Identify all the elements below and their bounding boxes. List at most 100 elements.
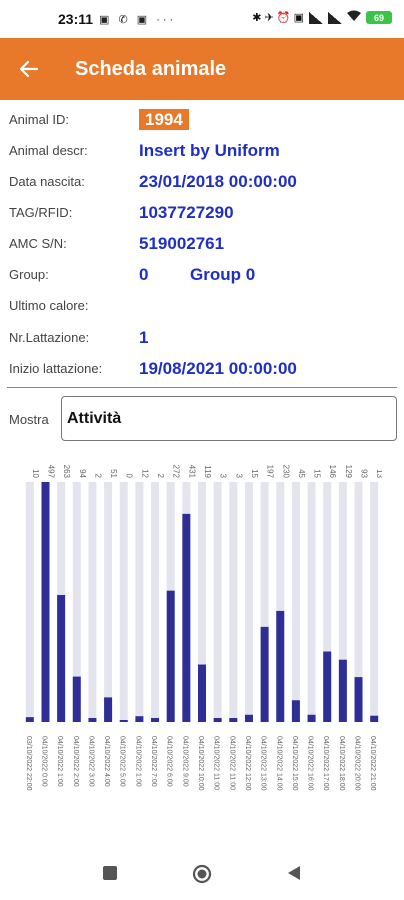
amc-value: 519002761 [139, 233, 225, 253]
bar [198, 664, 206, 722]
bar-value-label: 0 [125, 474, 134, 479]
bar [323, 651, 332, 722]
row-tag: TAG/RFID: 1037727290 [0, 197, 404, 228]
bar-track [88, 482, 97, 722]
inizio-lattazione-label: Inizio lattazione: [9, 361, 103, 376]
animal-descr-value: Insert by Uniform [139, 140, 280, 160]
category-label: 04/10/2022 21:00 [369, 736, 376, 791]
bar-value-label: 263 [62, 465, 71, 479]
mostra-select[interactable]: Attività [61, 396, 397, 441]
bar [151, 718, 160, 722]
category-label: 04/10/2022 20:00 [354, 736, 361, 791]
circle-icon[interactable] [192, 864, 212, 884]
bar-value-label: 230 [281, 465, 290, 479]
animal-id-label: Animal ID: [9, 112, 69, 127]
mostra-label: Mostra [9, 412, 49, 427]
row-animal-descr: Animal descr: Insert by Uniform [0, 135, 404, 166]
category-label: 04/10/2022 11:00 [228, 736, 235, 790]
category-label: 04/10/2022 16:00 [307, 736, 314, 791]
navigation-bar [0, 848, 404, 900]
category-label: 04/10/2022 13:00 [260, 736, 267, 791]
bar-track [229, 482, 238, 722]
mostra-selected-value: Attività [67, 409, 122, 427]
bar [41, 482, 50, 722]
bar [182, 513, 191, 722]
bar [104, 697, 113, 722]
bar-value-label: 15 [250, 469, 259, 478]
signal-icon [309, 11, 323, 24]
activity-chart: 10 03/10/2022 22:00 497 04/10/2022 0:00 263 0… [22, 462, 382, 842]
amc-label: AMC S/N: [9, 236, 67, 251]
square-icon[interactable] [101, 864, 121, 884]
tag-value: 1037727290 [139, 202, 234, 222]
nr-lattazione-value: 1 [139, 327, 149, 347]
bar-value-label: 2 [93, 474, 102, 479]
bar-value-label: 45 [297, 469, 306, 478]
page-title: Scheda animale [75, 57, 227, 80]
bar-value-label: 431 [187, 465, 196, 479]
category-label: 04/10/2022 0:00 [40, 736, 47, 787]
bar-value-label: 129 [344, 465, 353, 479]
bar-value-label: 272 [172, 465, 181, 479]
bar [354, 677, 363, 722]
bar-value-label: 2 [156, 474, 165, 479]
bar [307, 714, 316, 722]
activity-chart-svg: 10 03/10/2022 22:00 497 04/10/2022 0:00 263 0… [25, 465, 382, 791]
row-amc: AMC S/N: 519002761 [0, 228, 404, 259]
category-label: 04/10/2022 15:00 [291, 736, 298, 791]
bar [338, 659, 347, 722]
bar-value-label: 12 [140, 469, 149, 478]
bar [166, 590, 175, 722]
bar [25, 717, 34, 722]
signal-icon-2 [328, 11, 342, 24]
row-animal-id: Animal ID: 1994 [0, 104, 404, 135]
category-label: 04/10/2022 4:00 [103, 736, 110, 787]
category-label: 04/10/2022 6:00 [166, 736, 173, 787]
bar [291, 700, 300, 722]
category-label: 04/10/2022 2:00 [72, 736, 79, 787]
bar-track [25, 482, 34, 722]
bar-track [104, 482, 113, 722]
bar [276, 610, 285, 722]
category-label: 03/10/2022 22:00 [25, 736, 32, 791]
group-label: Group: [9, 267, 49, 282]
bar-value-label: 3 [219, 474, 228, 479]
bar-track [213, 482, 222, 722]
category-label: 04/10/2022 9:00 [181, 736, 188, 787]
bar-value-label: 3 [234, 474, 243, 479]
data-nascita-label: Data nascita: [9, 174, 85, 189]
bar-value-label: 146 [328, 465, 337, 479]
bar-value-label: 13 [375, 469, 382, 478]
bar [229, 718, 238, 722]
category-label: 04/10/2022 18:00 [338, 736, 345, 791]
category-label: 04/10/2022 14:00 [275, 736, 282, 791]
wifi-icon [347, 10, 361, 25]
triangle-back-icon[interactable] [285, 864, 305, 884]
notification-icons: ▣ ✆ ▣ ··· [99, 13, 177, 26]
bar-track [370, 482, 379, 722]
bar-value-label: 119 [203, 465, 212, 478]
bar [57, 594, 66, 722]
group-name: Group 0 [190, 264, 256, 284]
bar-track [291, 482, 300, 722]
bar [370, 715, 379, 722]
category-label: 04/10/2022 5:00 [119, 736, 126, 787]
status-right: ✱ ✈ ⏰ ▣ 69 [252, 10, 392, 25]
bar-value-label: 10 [31, 469, 40, 478]
bar-track [119, 482, 128, 722]
row-ultimo-calore: Ultimo calore: [0, 290, 404, 321]
bar-track [244, 482, 253, 722]
row-nr-lattazione: Nr.Lattazione: 1 [0, 322, 404, 353]
app-bar: Scheda animale [0, 38, 404, 100]
category-label: 04/10/2022 12:00 [244, 736, 251, 791]
arrow-left-icon[interactable] [0, 38, 58, 100]
bar-track [151, 482, 160, 722]
category-label: 04/10/2022 7:00 [150, 736, 157, 787]
bar-value-label: 497 [46, 465, 55, 479]
category-label: 04/10/2022 17:00 [322, 736, 329, 791]
animal-descr-label: Animal descr: [9, 143, 88, 158]
nr-lattazione-label: Nr.Lattazione: [9, 330, 90, 345]
category-label: 04/10/2022 11:00 [213, 736, 220, 790]
category-label: 04/10/2022 1:00 [56, 736, 63, 787]
battery-icon: 69 [366, 11, 392, 24]
